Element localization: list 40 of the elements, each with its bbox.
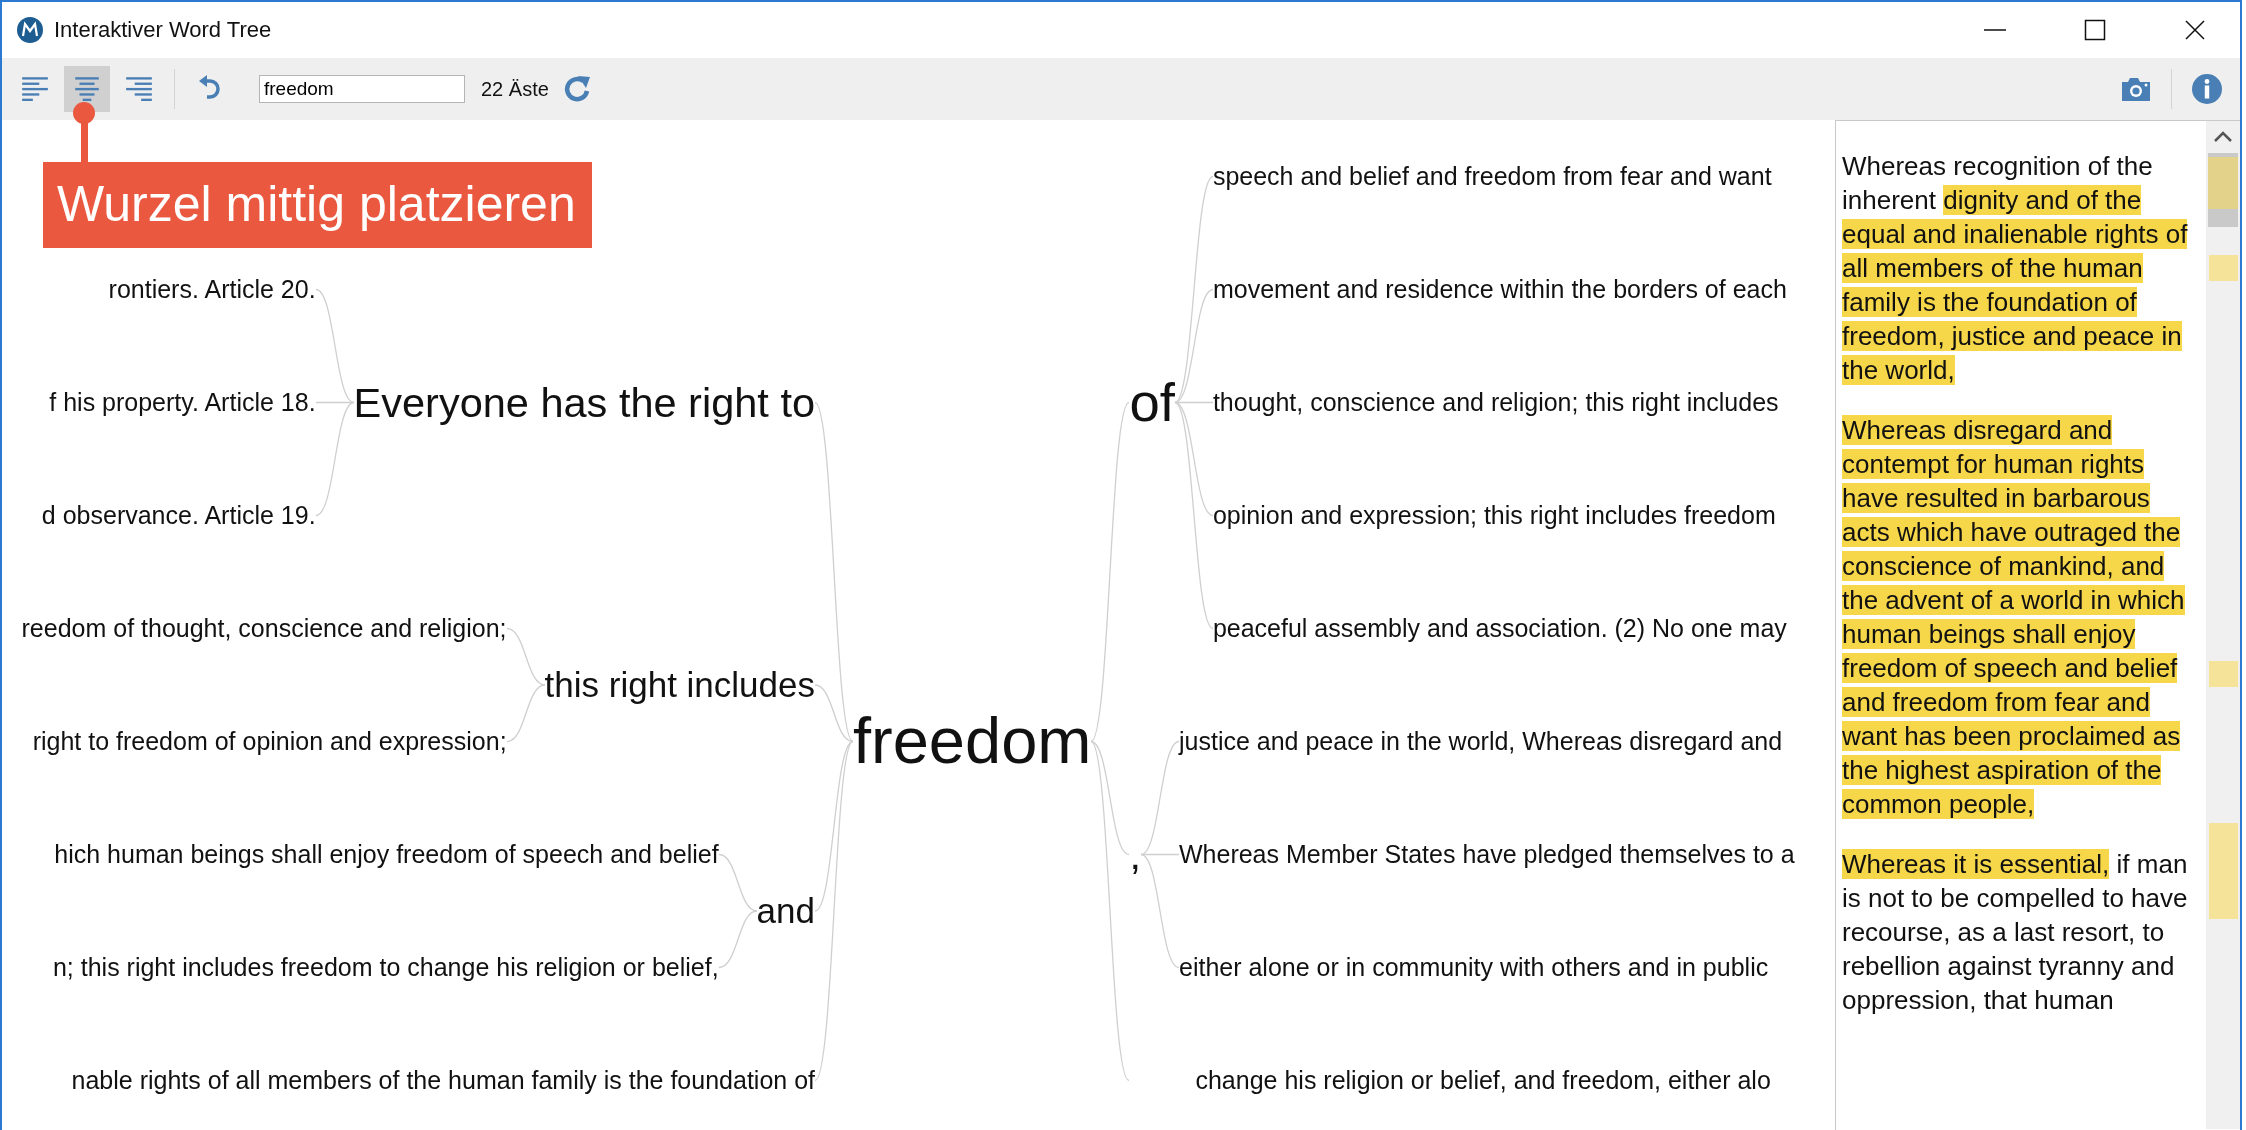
branch-text[interactable]: either alone or in community with others and in public	[1179, 953, 1769, 982]
tree-node[interactable]: ,	[1129, 831, 1141, 878]
branch-text[interactable]: opinion and expression; this right includes freedom	[1212, 501, 1776, 530]
align-left-icon	[20, 75, 50, 103]
callout-label: Wurzel mittig platzieren	[43, 162, 592, 248]
info-icon	[2191, 73, 2223, 105]
callout-pointer	[73, 102, 95, 164]
search-field[interactable]: freedom	[259, 75, 465, 103]
tree-node[interactable]: Everyone has the right to	[353, 379, 815, 426]
branch-text[interactable]: change his religion or belief, and freedom, either alo	[1195, 1066, 1771, 1095]
close-icon	[2184, 19, 2206, 41]
align-right-icon	[124, 75, 154, 103]
branch-text[interactable]: nable rights of all members of the human family is the foundation of	[71, 1066, 815, 1095]
branch-text[interactable]: speech and belief and freedom from fear and want	[1212, 162, 1772, 191]
branch-text[interactable]: justice and peace in the world, Whereas disregard and	[1179, 727, 1783, 756]
branch-count: 22 Äste	[481, 77, 549, 101]
branch-text[interactable]: Whereas Member States have pledged themselves to a	[1179, 840, 1795, 869]
maximize-icon	[2084, 19, 2106, 41]
tree-node[interactable]: this right includes	[544, 665, 815, 705]
align-center-icon	[72, 75, 102, 103]
refresh-icon	[562, 74, 593, 104]
branch-text[interactable]: hich human beings shall enjoy freedom of speech and belief	[54, 840, 719, 869]
paragraph: Whereas it is essential, if man is not to be compelled to have recourse, as a last resort, to rebellion against tyranny and oppression, that human	[1842, 848, 2189, 1017]
branch-text[interactable]: f his property. Article 18.	[49, 388, 316, 417]
branch-text[interactable]: peaceful assembly and association. (2) No one may	[1212, 614, 1787, 643]
camera-icon	[2121, 76, 2151, 102]
app-logo-icon	[16, 16, 44, 44]
minimize-icon	[1984, 29, 2006, 31]
window-title: Interaktiver Word Tree	[54, 17, 273, 43]
root-word[interactable]: freedom	[853, 707, 1092, 776]
tree-node[interactable]: and	[756, 891, 815, 931]
branch-text[interactable]: rontiers. Article 20.	[108, 275, 316, 304]
branch-text[interactable]: right to freedom of opinion and expression;	[32, 727, 507, 756]
branch-text[interactable]: n; this right includes freedom to change his religion or belief,	[52, 953, 719, 982]
branch-text[interactable]: d observance. Article 19.	[41, 501, 316, 530]
branch-text[interactable]: reedom of thought, conscience and religion;	[21, 614, 507, 643]
scrollbar[interactable]	[2206, 121, 2240, 1129]
tree-node[interactable]: of	[1129, 372, 1175, 433]
branch-text[interactable]: movement and residence within the borders of each	[1212, 275, 1787, 304]
branch-text[interactable]: thought, conscience and religion; this right includes	[1212, 388, 1779, 417]
